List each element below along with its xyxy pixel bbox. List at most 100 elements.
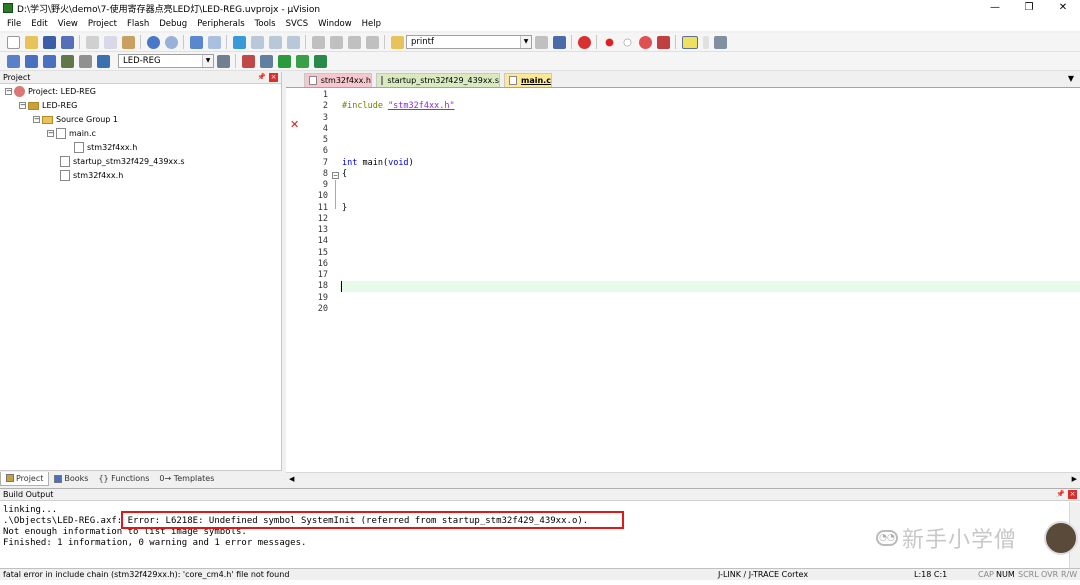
disable-all-breakpoints-icon[interactable] [656, 35, 670, 49]
paste-icon[interactable] [121, 35, 135, 49]
translate-icon[interactable] [6, 54, 20, 68]
stop-build-icon[interactable] [78, 54, 92, 68]
status-caps: CAP [978, 570, 994, 579]
redo-icon[interactable] [164, 35, 178, 49]
menu-flash[interactable]: Flash [122, 19, 154, 29]
code-line-include: #include "stm32f4xx.h" [342, 101, 455, 112]
tab-list-dropdown-icon[interactable]: ▼ [1068, 74, 1074, 83]
tab-label: Project [16, 473, 44, 483]
editor-tab-startup-s[interactable]: startup_stm32f429_439xx.s [376, 73, 500, 87]
scroll-left-icon[interactable]: ◀ [289, 475, 294, 483]
tab-templates[interactable]: 0→ Templates [154, 474, 219, 483]
menu-debug[interactable]: Debug [154, 19, 192, 29]
line-number: 3 [322, 113, 328, 123]
menu-view[interactable]: View [53, 19, 83, 29]
indent-icon[interactable] [311, 35, 325, 49]
bookmark-icon[interactable] [232, 35, 246, 49]
build-icon[interactable] [24, 54, 38, 68]
incremental-find-icon[interactable] [552, 35, 566, 49]
fold-collapse-icon[interactable]: − [332, 172, 339, 179]
menu-edit[interactable]: Edit [26, 19, 52, 29]
tree-node-stm32-header[interactable]: stm32f4xx.h [60, 169, 123, 182]
manage-components-icon[interactable] [259, 54, 273, 68]
collapse-icon[interactable]: − [47, 130, 54, 137]
pack-installer-icon[interactable] [313, 54, 327, 68]
debug-session-icon[interactable] [577, 35, 591, 49]
clear-bookmarks-icon[interactable] [286, 35, 300, 49]
asm-file-icon [60, 156, 70, 167]
horizontal-scrollbar[interactable]: ◀ ▶ [286, 472, 1080, 486]
cut-icon[interactable] [85, 35, 99, 49]
close-window-button[interactable]: ✕ [1046, 0, 1080, 16]
next-bookmark-icon[interactable] [268, 35, 282, 49]
close-pane-button[interactable]: × [269, 73, 278, 82]
select-packs-icon[interactable] [277, 54, 291, 68]
menu-tools[interactable]: Tools [250, 19, 281, 29]
open-folder-icon[interactable] [24, 35, 38, 49]
chevron-down-icon[interactable]: ▼ [202, 55, 213, 67]
unindent-icon[interactable] [329, 35, 343, 49]
code-area[interactable]: #include "stm32f4xx.h" int main(void) { … [340, 89, 1080, 472]
menu-help[interactable]: Help [357, 19, 386, 29]
tree-node-main-c[interactable]: − main.c [47, 127, 96, 140]
editor-tab-stm32f4xx-h[interactable]: stm32f4xx.h [304, 73, 372, 87]
menu-peripherals[interactable]: Peripherals [192, 19, 249, 29]
close-pane-button[interactable]: × [1068, 490, 1077, 499]
find-combo[interactable]: printf ▼ [406, 35, 532, 49]
error-marker-icon[interactable]: ✕ [290, 118, 299, 131]
find-in-files-icon[interactable] [390, 35, 404, 49]
menu-project[interactable]: Project [83, 19, 122, 29]
tree-node-include-header[interactable]: stm32f4xx.h [74, 141, 137, 154]
menu-window[interactable]: Window [313, 19, 357, 29]
target-select[interactable]: LED-REG ▼ [118, 54, 214, 68]
breakpoint-icon[interactable] [605, 38, 613, 46]
chevron-down-icon[interactable]: ▼ [520, 36, 531, 48]
uncomment-icon[interactable] [365, 35, 379, 49]
tab-label: {} Functions [98, 474, 150, 483]
save-icon[interactable] [42, 35, 56, 49]
window-layout-icon[interactable] [681, 35, 698, 49]
menu-file[interactable]: File [2, 19, 26, 29]
tab-functions[interactable]: {} Functions [93, 474, 154, 483]
rebuild-icon[interactable] [42, 54, 56, 68]
collapse-icon[interactable]: − [5, 88, 12, 95]
chevron-down-icon[interactable] [702, 35, 709, 49]
manage-project-items-icon[interactable] [241, 54, 255, 68]
minimize-button[interactable]: — [978, 0, 1012, 16]
file-icon [309, 76, 317, 85]
tab-project[interactable]: Project [0, 471, 50, 486]
new-file-icon[interactable] [6, 35, 20, 49]
menu-svcs[interactable]: SVCS [281, 19, 314, 29]
restore-button[interactable]: ❐ [1012, 0, 1046, 16]
run-time-environment-icon[interactable] [295, 54, 309, 68]
navigate-forward-icon[interactable] [207, 35, 221, 49]
undo-icon[interactable] [146, 35, 160, 49]
scroll-right-icon[interactable]: ▶ [1072, 475, 1077, 483]
collapse-icon[interactable]: − [19, 102, 26, 109]
status-scrl: SCRL [1018, 570, 1039, 579]
batch-build-icon[interactable] [60, 54, 74, 68]
find-icon[interactable] [534, 35, 548, 49]
pin-icon[interactable]: 📌 [257, 73, 266, 82]
tree-node-startup-s[interactable]: startup_stm32f429_439xx.s [60, 155, 185, 168]
disable-breakpoint-icon[interactable] [623, 38, 631, 46]
navigate-back-icon[interactable] [189, 35, 203, 49]
tree-node-project[interactable]: − Project: LED-REG [5, 85, 96, 98]
tree-node-target[interactable]: − LED-REG [19, 99, 77, 112]
download-icon[interactable] [96, 54, 110, 68]
tree-node-source-group[interactable]: − Source Group 1 [33, 113, 118, 126]
editor-tab-main-c[interactable]: main.c [504, 73, 552, 87]
configure-icon[interactable] [713, 35, 727, 49]
target-options-icon[interactable] [216, 54, 230, 68]
save-all-icon[interactable] [60, 35, 74, 49]
kill-breakpoints-icon[interactable] [638, 35, 652, 49]
copy-icon[interactable] [103, 35, 117, 49]
file-icon [381, 76, 384, 85]
comment-icon[interactable] [347, 35, 361, 49]
collapse-icon[interactable]: − [33, 116, 40, 123]
prev-bookmark-icon[interactable] [250, 35, 264, 49]
tab-books[interactable]: Books [49, 474, 93, 483]
project-tab-icon [6, 474, 14, 482]
build-output-line: linking... [3, 505, 58, 515]
pin-icon[interactable]: 📌 [1056, 490, 1065, 499]
